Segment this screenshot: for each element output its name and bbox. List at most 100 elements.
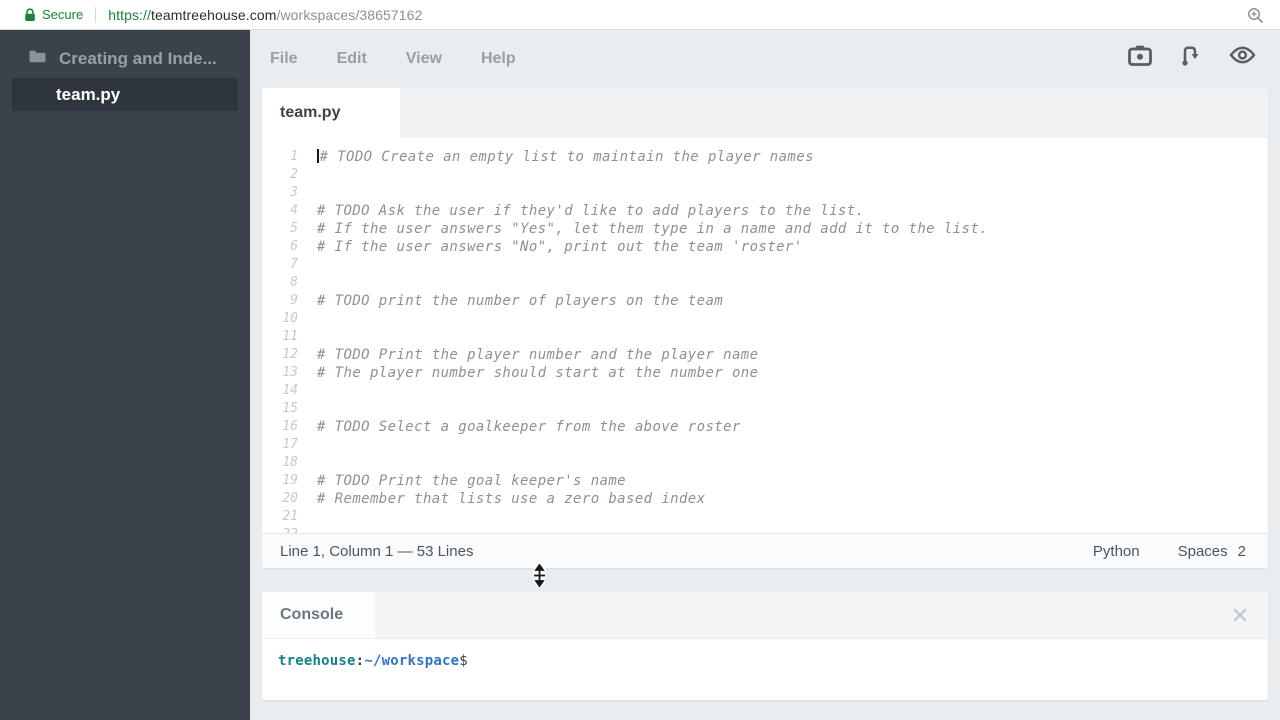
tab-console[interactable]: Console	[262, 592, 375, 638]
console-tab-label: Console	[280, 606, 344, 623]
line-text	[298, 454, 317, 472]
line-text	[298, 184, 317, 202]
line-number: 17	[282, 437, 298, 452]
editor-status-bar: Line 1, Column 1 — 53 Lines Python Space…	[262, 533, 1268, 568]
treehouse-workspace: Secure https://teamtreehouse.com/workspa…	[0, 0, 1280, 720]
sidebar-file-label: team.py	[56, 84, 121, 104]
terminal-prompt: treehouse:~/workspace$	[278, 653, 468, 669]
panel-resize-handle[interactable]	[531, 562, 548, 592]
line-text	[298, 310, 317, 328]
line-number: 8	[290, 275, 298, 290]
line-number: 19	[282, 473, 298, 488]
code-line[interactable]: 9 # TODO print the number of players on …	[262, 292, 1268, 310]
zoom-page-icon[interactable]	[1246, 6, 1264, 24]
code-line[interactable]: 6 # If the user answers "No", print out …	[262, 238, 1268, 256]
code-line[interactable]: 12 # TODO Print the player number and th…	[262, 346, 1268, 364]
lock-icon[interactable]	[24, 7, 36, 22]
line-number: 13	[282, 365, 298, 380]
line-text: # TODO Print the player number and the p…	[317, 347, 759, 363]
line-text	[298, 274, 317, 292]
code-line[interactable]: 10	[262, 310, 1268, 328]
menu-bar: File Edit View Help	[250, 30, 1280, 88]
line-text: # TODO Select a goalkeeper from the abov…	[317, 419, 741, 435]
code-line[interactable]: 7	[262, 256, 1268, 274]
line-text	[298, 436, 317, 454]
sidebar-folder[interactable]: Creating and Inde...	[0, 42, 250, 76]
camera-icon[interactable]	[1128, 45, 1152, 66]
menu-edit[interactable]: Edit	[337, 50, 367, 68]
code-line[interactable]: 13 # The player number should start at t…	[262, 364, 1268, 382]
editor-tab-bar: team.py	[262, 88, 1268, 138]
code-line[interactable]: 4 # TODO Ask the user if they'd like to …	[262, 202, 1268, 220]
line-number: 18	[282, 455, 298, 470]
code-editor[interactable]: 1 # TODO Create an empty list to maintai…	[262, 138, 1268, 533]
menu-file[interactable]: File	[270, 50, 298, 68]
code-line[interactable]: 21	[262, 508, 1268, 526]
code-line[interactable]: 3	[262, 184, 1268, 202]
code-line[interactable]: 8	[262, 274, 1268, 292]
line-text: # TODO Create an empty list to maintain …	[298, 148, 814, 166]
line-number: 3	[290, 185, 298, 200]
code-line[interactable]: 15	[262, 400, 1268, 418]
url-path: /workspaces/38657162	[276, 6, 423, 23]
indent-setting[interactable]: Spaces 2	[1178, 543, 1246, 560]
line-number: 7	[290, 257, 298, 272]
line-number: 1	[290, 149, 298, 164]
line-text	[298, 400, 317, 418]
code-line[interactable]: 2	[262, 166, 1268, 184]
code-line[interactable]: 17	[262, 436, 1268, 454]
secure-label: Secure	[42, 7, 84, 22]
line-text: # TODO print the number of players on th…	[317, 293, 724, 309]
code-line[interactable]: 11	[262, 328, 1268, 346]
file-tree-sidebar: Creating and Inde... team.py	[0, 30, 250, 720]
line-text: # If the user answers "Yes", let them ty…	[317, 221, 988, 237]
editor-panel: team.py 1 # TODO Create an empty list to…	[262, 88, 1268, 568]
cursor-position-text: Line 1, Column 1 — 53 Lines	[280, 542, 474, 560]
line-number: 20	[282, 491, 298, 506]
line-number: 5	[290, 221, 298, 236]
console-header: Console	[262, 592, 1268, 638]
line-number: 10	[282, 311, 298, 326]
browser-address-bar[interactable]: Secure https://teamtreehouse.com/workspa…	[0, 0, 1280, 30]
code-line[interactable]: 20 # Remember that lists use a zero base…	[262, 490, 1268, 508]
language-mode[interactable]: Python	[1093, 543, 1140, 560]
line-number: 21	[282, 509, 298, 524]
line-text	[298, 382, 317, 400]
line-number: 9	[290, 293, 298, 308]
line-number: 12	[282, 347, 298, 362]
menu-help[interactable]: Help	[481, 50, 516, 68]
terminal[interactable]: treehouse:~/workspace$	[262, 638, 1268, 700]
line-number: 15	[282, 401, 298, 416]
line-number: 11	[282, 329, 298, 344]
toolbar	[1128, 40, 1256, 70]
folder-icon	[28, 49, 47, 69]
code-line[interactable]: 5 # If the user answers "Yes", let them …	[262, 220, 1268, 238]
line-number: 14	[282, 383, 298, 398]
sidebar-file-team-py[interactable]: team.py	[12, 78, 238, 111]
line-number: 16	[282, 419, 298, 434]
line-text: # The player number should start at the …	[317, 365, 759, 381]
line-text	[298, 256, 317, 274]
code-line[interactable]: 19 # TODO Print the goal keeper's name	[262, 472, 1268, 490]
code-line[interactable]: 1 # TODO Create an empty list to maintai…	[262, 148, 1268, 166]
code-line[interactable]: 14	[262, 382, 1268, 400]
url-text[interactable]: https://teamtreehouse.com/workspaces/386…	[108, 7, 422, 23]
fork-icon[interactable]	[1179, 43, 1202, 67]
line-number: 6	[290, 239, 298, 254]
menu-view[interactable]: View	[406, 50, 442, 68]
url-divider	[95, 6, 97, 23]
eye-icon[interactable]	[1229, 46, 1256, 64]
line-text	[298, 526, 317, 533]
tab-team-py[interactable]: team.py	[262, 88, 400, 138]
line-number: 2	[290, 167, 298, 182]
code-line[interactable]: 22	[262, 526, 1268, 533]
line-text: # If the user answers "No", print out th…	[317, 239, 803, 255]
close-icon[interactable]	[1232, 607, 1248, 623]
tab-label: team.py	[280, 104, 341, 121]
code-line[interactable]: 16 # TODO Select a goalkeeper from the a…	[262, 418, 1268, 436]
console-panel: Console treehouse:~/workspace$	[262, 592, 1268, 700]
code-line[interactable]: 18	[262, 454, 1268, 472]
line-text: # Remember that lists use a zero based i…	[317, 491, 706, 507]
line-text	[298, 328, 317, 346]
line-number: 4	[290, 203, 298, 218]
